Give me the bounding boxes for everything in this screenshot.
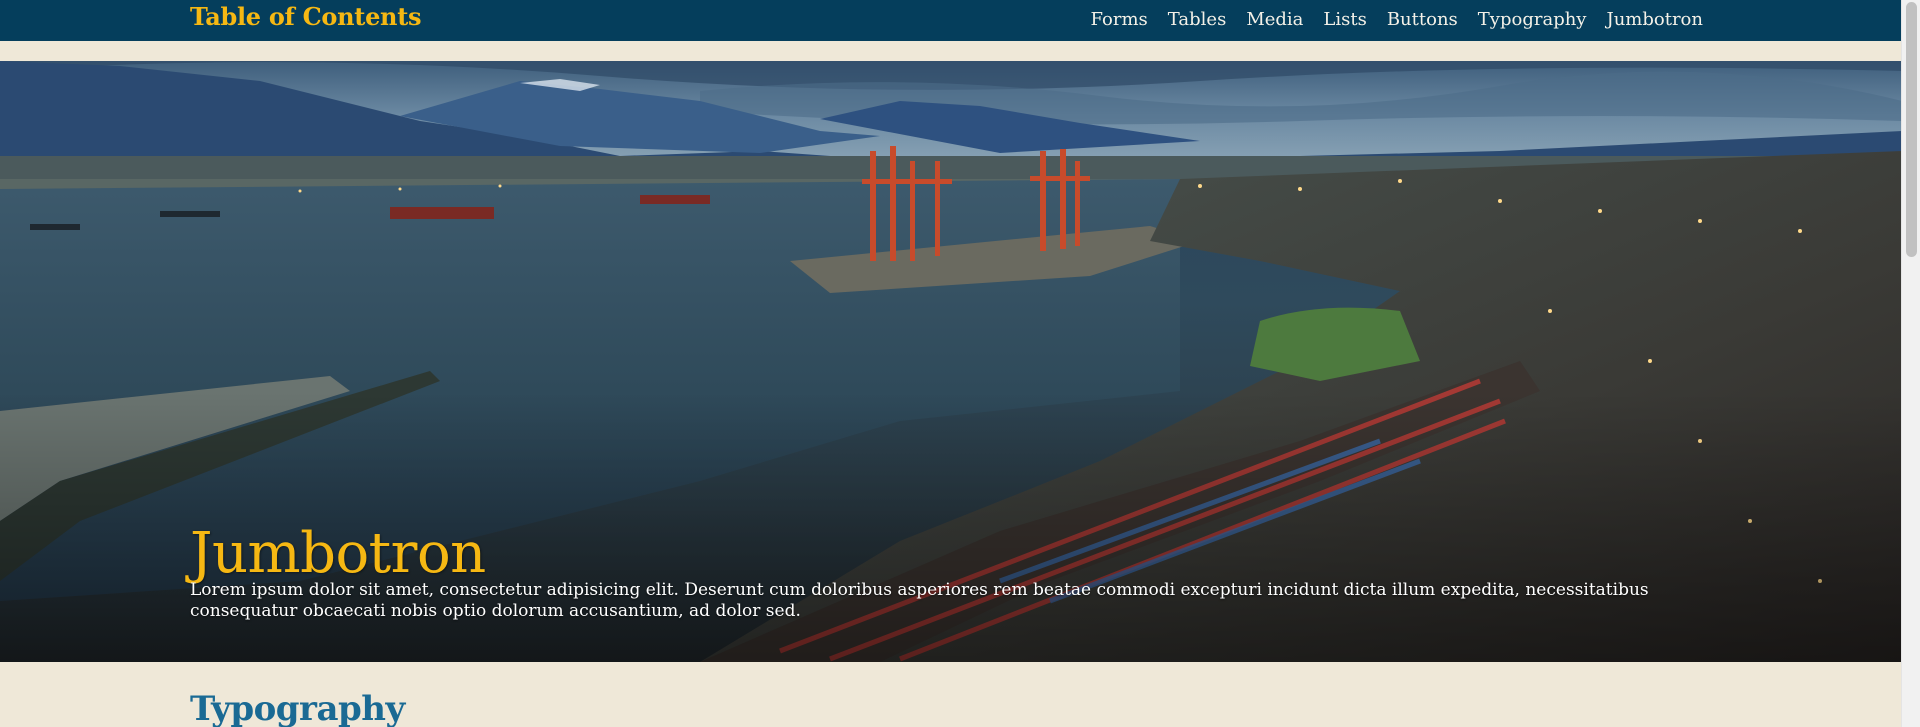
jumbotron: Jumbotron Lorem ipsum dolor sit amet, co… xyxy=(0,61,1902,662)
vertical-scrollbar[interactable] xyxy=(1901,0,1920,727)
scrollbar-thumb[interactable] xyxy=(1906,2,1917,257)
nav-link-media[interactable]: Media xyxy=(1246,0,1303,40)
top-navbar: Table of Contents Forms Tables Media Lis… xyxy=(0,0,1902,41)
jumbotron-text: Lorem ipsum dolor sit amet, consectetur … xyxy=(190,580,1649,621)
brand-link[interactable]: Table of Contents xyxy=(190,0,421,36)
nav-link-tables[interactable]: Tables xyxy=(1168,0,1227,40)
nav-links: Forms Tables Media Lists Buttons Typogra… xyxy=(1071,0,1703,40)
nav-link-typography[interactable]: Typography xyxy=(1478,0,1587,40)
nav-link-lists[interactable]: Lists xyxy=(1323,0,1366,40)
nav-link-buttons[interactable]: Buttons xyxy=(1387,0,1458,40)
nav-link-forms[interactable]: Forms xyxy=(1091,0,1148,40)
jumbotron-title: Jumbotron xyxy=(190,521,486,586)
page: Table of Contents Forms Tables Media Lis… xyxy=(0,0,1920,727)
nav-link-jumbotron[interactable]: Jumbotron xyxy=(1606,0,1703,40)
section-title-typography: Typography xyxy=(190,689,405,727)
